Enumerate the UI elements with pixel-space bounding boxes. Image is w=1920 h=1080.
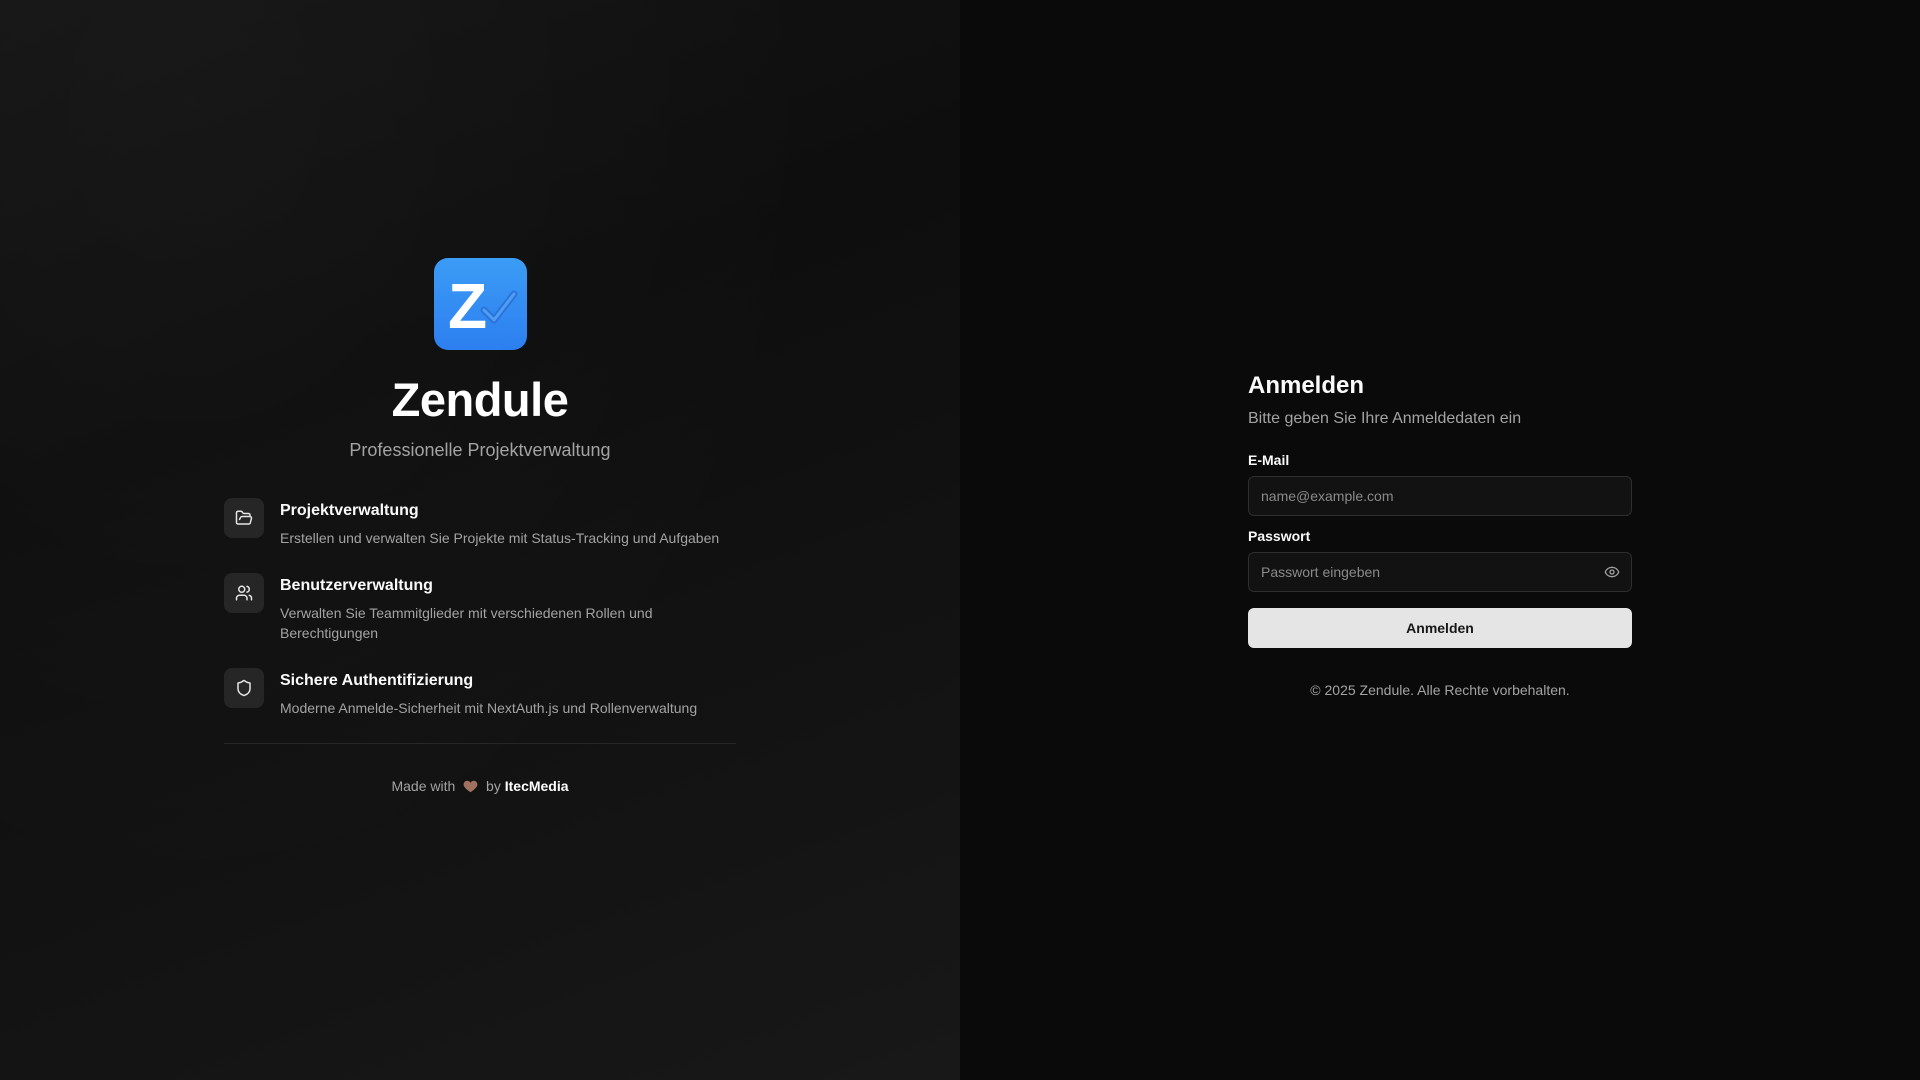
company-name: ItecMedia xyxy=(504,777,569,794)
brand-tagline: Professionelle Projektverwaltung xyxy=(349,439,611,460)
feature-description: Verwalten Sie Teammitglieder mit verschi… xyxy=(280,604,653,641)
shield-icon xyxy=(224,667,264,708)
folder-open-icon xyxy=(224,497,264,538)
feature-text: Sichere Authentifizierung Moderne Anmeld… xyxy=(280,668,697,718)
email-field-wrapper xyxy=(1248,476,1632,516)
feature-text: Benutzerverwaltung Verwalten Sie Teammit… xyxy=(280,573,680,643)
password-field[interactable] xyxy=(1248,552,1632,592)
login-subtitle: Bitte geben Sie Ihre Anmeldedaten ein xyxy=(1248,410,1522,427)
eye-icon xyxy=(1604,566,1620,578)
brand-panel: Z Zendule Professionelle Projektverwaltu… xyxy=(0,0,960,1080)
email-field[interactable] xyxy=(1248,476,1632,516)
divider xyxy=(224,742,736,744)
feature-description: Moderne Anmelde-Sicherheit mit NextAuth.… xyxy=(280,699,698,716)
login-title: Anmelden xyxy=(1248,372,1365,399)
login-page: Z Zendule Professionelle Projektverwaltu… xyxy=(0,0,1920,1080)
feature-item: Projektverwaltung Erstellen und verwalte… xyxy=(224,497,736,548)
zendule-logo-icon: Z xyxy=(448,270,517,342)
feature-item: Sichere Authentifizierung Moderne Anmeld… xyxy=(224,667,736,718)
by-text: by xyxy=(486,777,501,794)
toggle-password-visibility-button[interactable] xyxy=(1600,560,1624,584)
password-label: Passwort xyxy=(1248,528,1311,544)
feature-title: Projektverwaltung xyxy=(280,501,419,519)
login-form: Anmelden Bitte geben Sie Ihre Anmeldedat… xyxy=(1248,370,1632,698)
users-icon xyxy=(224,572,264,613)
brand-name: Zendule xyxy=(391,373,569,426)
copyright-text: © 2025 Zendule. Alle Rechte vorbehalten. xyxy=(1310,682,1570,698)
login-panel: Anmelden Bitte geben Sie Ihre Anmeldedat… xyxy=(960,0,1920,1080)
app-logo: Z xyxy=(433,258,527,350)
made-with-text: Made with xyxy=(391,777,456,794)
made-with-credit: Made with by ItecMedia xyxy=(224,778,736,796)
heart-icon xyxy=(463,779,478,796)
feature-title: Sichere Authentifizierung xyxy=(280,671,474,689)
email-label: E-Mail xyxy=(1248,452,1290,468)
feature-text: Projektverwaltung Erstellen und verwalte… xyxy=(280,498,719,548)
password-field-wrapper xyxy=(1248,552,1632,592)
login-button[interactable]: Anmelden xyxy=(1248,608,1632,648)
feature-list: Projektverwaltung Erstellen und verwalte… xyxy=(224,497,736,718)
brand-content: Z Zendule Professionelle Projektverwaltu… xyxy=(224,258,736,796)
feature-title: Benutzerverwaltung xyxy=(280,576,433,594)
logo-letter: Z xyxy=(448,270,487,342)
feature-description: Erstellen und verwalten Sie Projekte mit… xyxy=(280,529,720,546)
feature-item: Benutzerverwaltung Verwalten Sie Teammit… xyxy=(224,572,736,643)
